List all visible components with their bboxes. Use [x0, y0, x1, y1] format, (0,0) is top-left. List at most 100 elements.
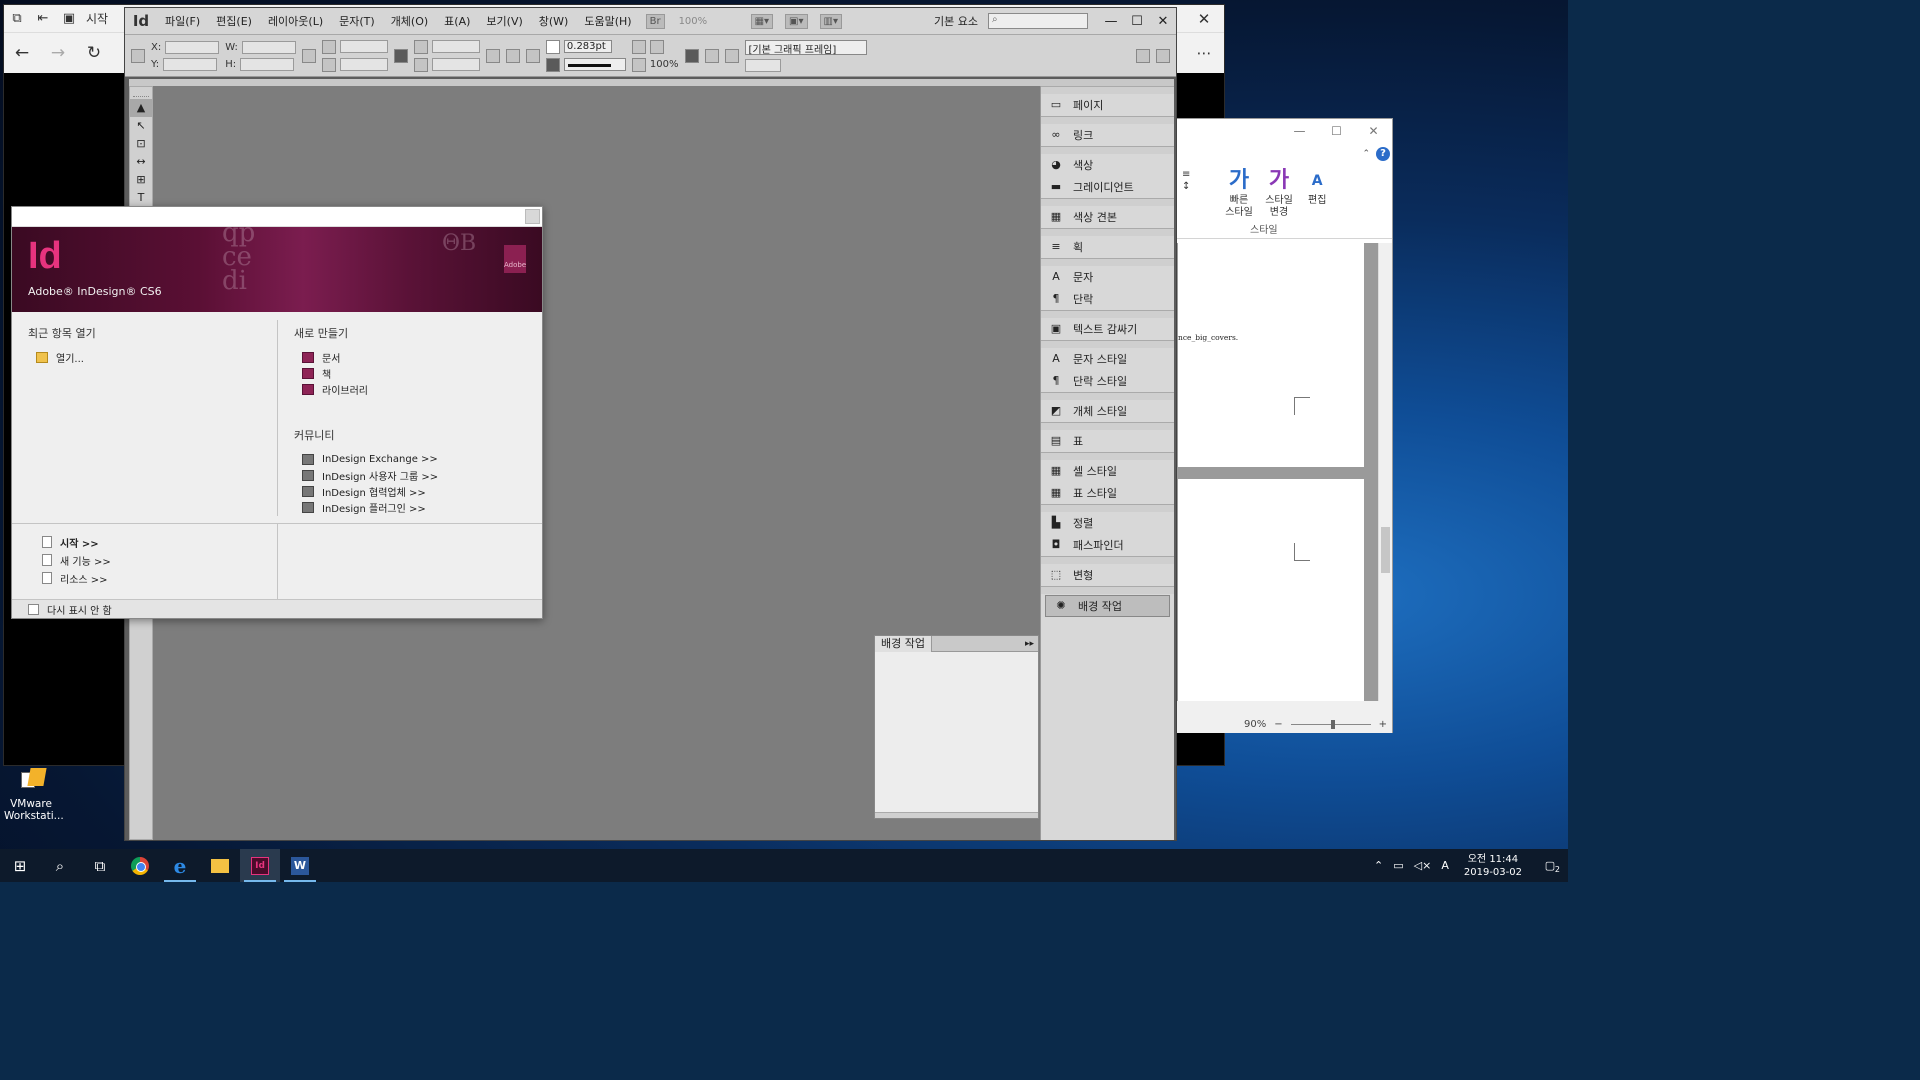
panel-cell-styles[interactable]: ▦ 셀 스타일	[1041, 460, 1174, 482]
w-field[interactable]	[241, 40, 296, 54]
taskbar-chrome[interactable]	[120, 849, 160, 882]
rotate-cw-icon[interactable]	[485, 48, 500, 63]
panel-links[interactable]: ∞ 링크	[1041, 124, 1174, 146]
dock-grip[interactable]	[1041, 452, 1174, 460]
shear-field[interactable]	[431, 58, 480, 71]
change-styles-button[interactable]: 가 스타일 변경	[1264, 167, 1294, 219]
stroke-type-select[interactable]	[563, 58, 626, 71]
panel-table[interactable]: ▤ 표	[1041, 430, 1174, 452]
taskbar-indesign[interactable]: Id	[240, 849, 280, 882]
menu-window[interactable]: 창(W)	[531, 13, 577, 29]
edit-button[interactable]: A 편집	[1308, 167, 1326, 207]
panel-swatches[interactable]: ▦ 색상 견본	[1041, 206, 1174, 228]
zoom-in-button[interactable]: +	[1379, 719, 1387, 730]
stroke-weight-field[interactable]: 0.283pt	[563, 40, 612, 53]
panel-background-tasks[interactable]: ✺ 배경 작업	[1045, 595, 1170, 617]
dock-grip[interactable]	[1041, 392, 1174, 400]
taskbar-word[interactable]: W	[280, 849, 320, 882]
menu-layout[interactable]: 레이아웃(L)	[260, 13, 331, 29]
panel-stroke[interactable]: ≡ 획	[1041, 236, 1174, 258]
search-button[interactable]: ⌕	[40, 849, 80, 882]
menu-table[interactable]: 표(A)	[436, 13, 478, 29]
menu-object[interactable]: 개체(O)	[383, 13, 436, 29]
scale-x-field[interactable]	[339, 40, 388, 53]
network-icon[interactable]: ▭	[1388, 859, 1408, 872]
panel-object-styles[interactable]: ◩ 개체 스타일	[1041, 400, 1174, 422]
quick-apply-icon[interactable]	[1136, 48, 1150, 63]
task-view-button[interactable]: ⧉	[80, 849, 120, 882]
quick-styles-button[interactable]: 가 빠른 스타일	[1224, 167, 1254, 219]
edge-tab-title[interactable]: 시작	[82, 10, 108, 27]
dont-show-again-checkbox[interactable]	[28, 603, 39, 615]
fill-swatch[interactable]	[545, 39, 560, 54]
x-field[interactable]	[165, 40, 220, 54]
y-field[interactable]	[163, 57, 218, 71]
opacity-field[interactable]: 100%	[650, 59, 679, 70]
new-features-link[interactable]: 새 기능 >>	[34, 551, 111, 569]
h-field[interactable]	[240, 57, 295, 71]
new-library-link[interactable]: 라이브러리	[294, 381, 438, 397]
dock-grip[interactable]	[1041, 340, 1174, 348]
clock[interactable]: 오전 11:44 2019-03-02	[1454, 853, 1532, 879]
dock-grip[interactable]	[1041, 146, 1174, 154]
object-style-sub-select[interactable]	[744, 58, 781, 72]
resources-link[interactable]: 리소스 >>	[34, 569, 111, 587]
start-button[interactable]: ⊞	[0, 849, 40, 882]
flip-horizontal-icon[interactable]	[525, 48, 540, 63]
word-close-button[interactable]: ✕	[1355, 124, 1392, 138]
welcome-close-button[interactable]	[525, 209, 540, 224]
more-icon[interactable]: ⋯	[1184, 44, 1224, 62]
link-scale-icon[interactable]	[393, 48, 408, 63]
constrain-proportions-icon[interactable]	[301, 48, 316, 63]
dock-grip[interactable]	[1041, 228, 1174, 236]
auto-fit-icon[interactable]	[724, 48, 739, 63]
dock-grip[interactable]	[1041, 504, 1174, 512]
indesign-maximize-button[interactable]: ☐	[1124, 14, 1150, 29]
taskbar-edge[interactable]: e	[160, 849, 200, 882]
community-link[interactable]: InDesign Exchange >>	[294, 451, 438, 467]
help-icon[interactable]: ?	[1376, 147, 1390, 161]
menu-help[interactable]: 도움말(H)	[576, 13, 639, 29]
tools-grip[interactable]	[133, 89, 149, 97]
panel-character-styles[interactable]: A 문자 스타일	[1041, 348, 1174, 370]
paragraph-controls-icon[interactable]: ≡ ↕	[1182, 169, 1190, 193]
gap-tool-icon[interactable]: ↔	[130, 153, 152, 171]
open-link[interactable]: 열기...	[28, 349, 96, 365]
dock-grip[interactable]	[1041, 116, 1174, 124]
object-style-select[interactable]: [기본 그래픽 프레임]	[744, 39, 867, 56]
community-link[interactable]: InDesign 플러그인 >>	[294, 499, 438, 515]
indesign-close-button[interactable]: ✕	[1150, 14, 1176, 29]
effects-icon[interactable]	[649, 39, 664, 54]
word-minimize-button[interactable]: —	[1281, 124, 1318, 138]
drop-shadow-icon[interactable]	[631, 39, 646, 54]
workspace-switcher[interactable]: 기본 요소	[924, 13, 988, 29]
direct-selection-tool-icon[interactable]: ↖	[130, 117, 152, 135]
dock-grip[interactable]	[1041, 258, 1174, 266]
panel-expand-icon[interactable]: ▸▸	[1025, 639, 1038, 649]
zoom-slider[interactable]	[1290, 719, 1371, 729]
reference-point-icon[interactable]	[131, 48, 145, 63]
word-maximize-button[interactable]: ☐	[1318, 124, 1355, 138]
dock-grip[interactable]	[1041, 198, 1174, 206]
word-horizontal-scrollbar[interactable]	[1172, 701, 1392, 715]
select-container-icon[interactable]	[505, 48, 520, 63]
screen-mode-icon[interactable]: ▣▾	[785, 13, 808, 29]
indesign-minimize-button[interactable]: —	[1098, 14, 1124, 29]
taskbar-file-explorer[interactable]	[200, 849, 240, 882]
content-collector-tool-icon[interactable]: ⊞	[130, 171, 152, 189]
panel-table-styles[interactable]: ▦ 표 스타일	[1041, 482, 1174, 504]
back-icon[interactable]: ←	[4, 43, 40, 63]
ribbon-collapse-icon[interactable]: ⌃	[1362, 149, 1370, 159]
selection-tool-icon[interactable]: ▲	[130, 99, 152, 117]
edge-close-button[interactable]: ✕	[1184, 10, 1224, 28]
text-wrap-toggle-icon[interactable]	[704, 48, 719, 63]
menu-file[interactable]: 파일(F)	[157, 13, 208, 29]
community-link[interactable]: InDesign 사용자 그룹 >>	[294, 467, 438, 483]
view-options-icon[interactable]: ▦▾	[750, 13, 774, 29]
word-vertical-scrollbar[interactable]	[1378, 243, 1392, 701]
action-center-button[interactable]: ▢ 2	[1532, 859, 1568, 874]
panel-transform[interactable]: ⬚ 변형	[1041, 564, 1174, 586]
dock-grip[interactable]	[1041, 86, 1174, 94]
panel-menu-icon[interactable]	[1156, 48, 1170, 63]
arrange-documents-icon[interactable]: ▥▾	[819, 13, 842, 29]
